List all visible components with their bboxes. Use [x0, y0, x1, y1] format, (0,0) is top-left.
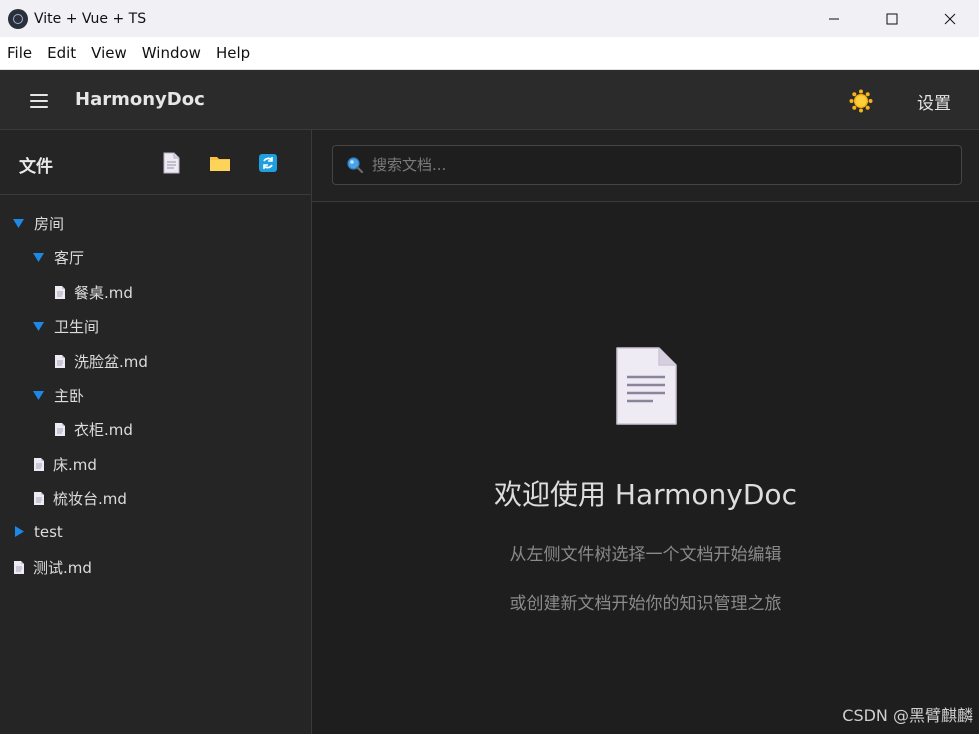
window-title: Vite + Vue + TS [34, 10, 147, 27]
tree-folder-row[interactable]: 客厅 [32, 242, 84, 272]
tree-label: test [34, 523, 63, 541]
tree-label: 衣柜.md [74, 420, 133, 439]
tree-label: 卫生间 [54, 317, 100, 336]
document-icon [616, 347, 677, 425]
menu-edit[interactable]: Edit [47, 44, 76, 62]
window-titlebar: Vite + Vue + TS [0, 0, 979, 37]
minimize-button[interactable] [805, 0, 863, 37]
welcome-title: 欢迎使用 HarmonyDoc [494, 478, 797, 511]
search-icon [347, 157, 364, 174]
app-title: HarmonyDoc [75, 89, 205, 110]
welcome-hint-line-2: 或创建新文档开始你的知识管理之旅 [509, 594, 782, 614]
sidebar-header: 文件 [0, 130, 311, 195]
search-box [332, 145, 962, 185]
file-icon [55, 422, 65, 436]
menu-bar: File Edit View Window Help [0, 37, 979, 70]
tree-label: 主卧 [54, 386, 85, 405]
caret-right-icon [15, 526, 24, 537]
tree-label: 餐桌.md [74, 283, 133, 302]
tree-file-row[interactable]: 床.md [33, 449, 97, 479]
menu-file[interactable]: File [7, 44, 32, 62]
maximize-button[interactable] [863, 0, 921, 37]
menu-help[interactable]: Help [216, 44, 250, 62]
maximize-icon [886, 13, 898, 24]
tree-file-row[interactable]: 梳妆台.md [33, 483, 127, 513]
tree-label: 客厅 [54, 248, 85, 267]
tree-file-row[interactable]: 餐桌.md [54, 277, 133, 307]
new-file-icon[interactable] [161, 152, 181, 174]
menu-view[interactable]: View [91, 44, 127, 62]
app-header: HarmonyDoc 设置 [0, 70, 979, 130]
tree-label: 床.md [53, 455, 97, 474]
tree-folder-row[interactable]: test [12, 517, 63, 547]
file-icon [34, 491, 44, 505]
close-icon [944, 13, 956, 24]
search-bar [312, 130, 979, 202]
tree-file-row[interactable]: 洗脸盆.md [54, 346, 148, 376]
tree-label: 测试.md [33, 558, 92, 577]
tree-folder-row[interactable]: 卫生间 [32, 311, 99, 341]
hamburger-menu-icon[interactable] [30, 91, 50, 109]
close-button[interactable] [921, 0, 979, 37]
caret-down-icon [33, 322, 44, 331]
tree-file-row[interactable]: 测试.md [13, 552, 92, 582]
tree-label: 梳妆台.md [53, 489, 127, 508]
tree-label: 洗脸盆.md [74, 352, 148, 371]
main-panel: 欢迎使用 HarmonyDoc 从左侧文件树选择一个文档开始编辑 或创建新文档开… [312, 130, 979, 734]
tree-file-row[interactable]: 衣柜.md [54, 414, 133, 444]
tree-folder-row[interactable]: 主卧 [32, 380, 84, 410]
caret-down-icon [33, 253, 44, 262]
minimize-icon [829, 18, 839, 19]
electron-app-icon [8, 8, 28, 29]
sun-theme-toggle-icon[interactable] [849, 89, 873, 113]
tree-label: 房间 [34, 214, 65, 233]
file-sidebar: 文件 房间 客厅 餐桌.md 卫生间 洗脸盆.md 主卧 衣柜.md 床.md … [0, 130, 312, 734]
file-icon [55, 285, 65, 299]
file-icon [14, 560, 24, 574]
refresh-icon[interactable] [258, 152, 278, 174]
caret-down-icon [33, 391, 44, 400]
settings-button[interactable]: 设置 [917, 89, 951, 114]
menu-window[interactable]: Window [142, 44, 201, 62]
tree-folder-row[interactable]: 房间 [12, 208, 64, 238]
file-icon [55, 354, 65, 368]
csdn-watermark: CSDN @黑臂麒麟 [842, 706, 973, 725]
new-folder-icon[interactable] [209, 152, 231, 174]
file-icon [34, 457, 44, 471]
sidebar-title: 文件 [19, 157, 53, 177]
window-controls [805, 0, 979, 37]
welcome-hint-line-1: 从左侧文件树选择一个文档开始编辑 [509, 545, 782, 565]
search-input[interactable] [372, 156, 961, 174]
caret-down-icon [13, 219, 24, 228]
